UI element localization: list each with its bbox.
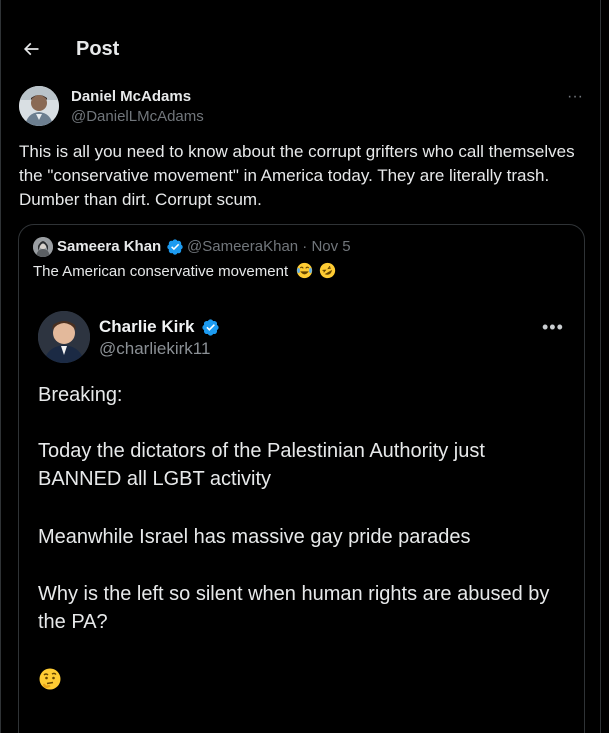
embedded-screenshot: Charlie Kirk @charliekirk11 ••• Breaking… xyxy=(19,287,584,733)
quoted-post[interactable]: Sameera Khan @SameeraKhan · Nov 5 The Am… xyxy=(18,224,585,733)
embedded-paragraph: Today the dictators of the Palestinian A… xyxy=(38,440,485,490)
quote-text: The American conservative movement xyxy=(33,262,336,280)
page-title: Post xyxy=(76,38,120,60)
embedded-closing xyxy=(38,667,558,699)
embedded-more-icon: ••• xyxy=(542,317,564,337)
avatar[interactable] xyxy=(19,86,59,126)
top-bar: Post xyxy=(1,28,600,72)
embedded-paragraph: Why is the left so silent when human rig… xyxy=(38,583,550,633)
quote-author-name[interactable]: Sameera Khan xyxy=(57,238,161,255)
timeline-column: Post Daniel McAdams @DanielLMcAdams ··· … xyxy=(0,0,601,733)
face-with-tears-of-joy-icon xyxy=(297,262,313,279)
more-options-button[interactable]: ··· xyxy=(565,88,585,105)
embedded-author-name: Charlie Kirk xyxy=(99,317,195,336)
arrow-left-icon xyxy=(23,42,39,56)
post-text: This is all you need to know about the c… xyxy=(19,142,575,209)
embedded-paragraph: Meanwhile Israel has massive gay pride p… xyxy=(38,526,471,548)
author-name[interactable]: Daniel McAdams xyxy=(71,88,191,105)
embedded-paragraph: Breaking: xyxy=(38,384,123,406)
rolling-on-floor-laughing-icon xyxy=(320,262,336,279)
quote-text-content: The American conservative movement xyxy=(33,263,289,280)
embedded-author-handle: @charliekirk11 xyxy=(99,339,211,358)
thinking-face-icon xyxy=(39,668,61,690)
author-photo-icon xyxy=(19,86,59,126)
back-button[interactable] xyxy=(19,37,43,61)
embedded-avatar xyxy=(38,311,90,363)
author-handle[interactable]: @DanielLMcAdams xyxy=(71,108,204,125)
quote-author-photo-icon xyxy=(33,237,53,257)
verified-badge-icon xyxy=(167,239,183,255)
embedded-author-photo-icon xyxy=(38,311,90,363)
quote-handle-date[interactable]: @SameeraKhan · Nov 5 xyxy=(187,238,351,255)
embedded-verified-badge-icon xyxy=(202,319,219,336)
quote-avatar[interactable] xyxy=(33,237,53,257)
